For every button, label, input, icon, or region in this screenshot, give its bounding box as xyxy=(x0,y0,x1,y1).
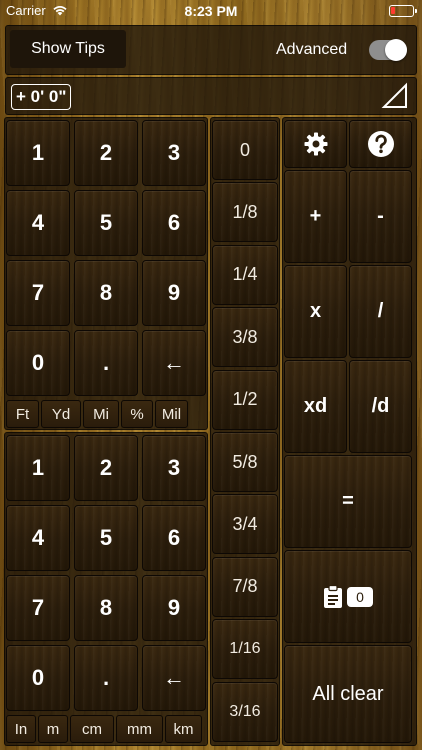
show-tips-button[interactable]: Show Tips xyxy=(10,30,126,68)
fraction-key-5[interactable]: 5/8 xyxy=(212,432,278,492)
plus-button[interactable]: + xyxy=(284,170,347,263)
feet-key-4[interactable]: 5 xyxy=(74,190,138,256)
divide-button[interactable]: / xyxy=(349,265,412,358)
inch-unit-0[interactable]: In xyxy=(6,715,36,743)
fraction-key-9[interactable]: 3/16 xyxy=(212,681,278,742)
feet-key-8[interactable]: 9 xyxy=(142,260,206,326)
inch-unit-3[interactable]: mm xyxy=(116,715,163,743)
divide-decimal-button[interactable]: /d xyxy=(349,360,412,453)
feet-key-10[interactable]: . xyxy=(74,330,138,396)
feet-unit-1[interactable]: Yd xyxy=(41,400,81,428)
feet-key-7[interactable]: 8 xyxy=(74,260,138,326)
fraction-key-7[interactable]: 7/8 xyxy=(212,556,278,617)
toggle-knob xyxy=(385,39,407,61)
inch-key-11[interactable]: ← xyxy=(142,645,206,711)
advanced-label: Advanced xyxy=(276,41,348,58)
inch-unit-2[interactable]: cm xyxy=(70,715,114,743)
clipboard-icon xyxy=(324,584,342,608)
fraction-key-0[interactable]: 0 xyxy=(212,120,278,180)
triangle-button[interactable] xyxy=(380,81,410,111)
fraction-key-4[interactable]: 1/2 xyxy=(212,369,278,430)
inch-key-7[interactable]: 8 xyxy=(74,575,138,641)
status-bar: Carrier 8:23 PM xyxy=(0,0,422,22)
inch-unit-1[interactable]: m xyxy=(38,715,68,743)
inch-key-8[interactable]: 9 xyxy=(142,575,206,641)
feet-unit-0[interactable]: Ft xyxy=(6,400,39,428)
inch-key-0[interactable]: 1 xyxy=(6,435,70,501)
inch-key-3[interactable]: 4 xyxy=(6,505,70,571)
feet-key-3[interactable]: 4 xyxy=(6,190,70,256)
fraction-key-1[interactable]: 1/8 xyxy=(212,182,278,243)
help-button[interactable] xyxy=(349,120,412,168)
memory-button[interactable]: 0 xyxy=(284,550,412,643)
all-clear-button[interactable]: All clear xyxy=(284,645,412,743)
minus-button[interactable]: - xyxy=(349,170,412,263)
fraction-key-2[interactable]: 1/4 xyxy=(212,244,278,305)
fraction-key-3[interactable]: 3/8 xyxy=(212,307,278,368)
multiply-decimal-button[interactable]: xd xyxy=(284,360,347,453)
question-icon xyxy=(367,131,394,157)
inch-key-5[interactable]: 6 xyxy=(142,505,206,571)
inch-key-6[interactable]: 7 xyxy=(6,575,70,641)
feet-unit-4[interactable]: Mil xyxy=(155,400,188,428)
feet-key-11[interactable]: ← xyxy=(142,330,206,396)
triangle-icon xyxy=(381,82,407,108)
inch-key-10[interactable]: . xyxy=(74,645,138,711)
feet-key-1[interactable]: 2 xyxy=(74,120,138,186)
feet-key-6[interactable]: 7 xyxy=(6,260,70,326)
inch-key-1[interactable]: 2 xyxy=(74,435,138,501)
battery-icon xyxy=(389,5,417,17)
feet-unit-3[interactable]: % xyxy=(121,400,153,428)
advanced-toggle[interactable] xyxy=(369,39,407,61)
feet-key-9[interactable]: 0 xyxy=(6,330,70,396)
inch-key-4[interactable]: 5 xyxy=(74,505,138,571)
inch-key-9[interactable]: 0 xyxy=(6,645,70,711)
inch-unit-4[interactable]: km xyxy=(165,715,202,743)
multiply-button[interactable]: x xyxy=(284,265,347,358)
gear-icon xyxy=(304,132,327,156)
settings-button[interactable] xyxy=(284,120,347,168)
feet-key-0[interactable]: 1 xyxy=(6,120,70,186)
memory-count-badge: 0 xyxy=(347,586,373,607)
display-value: + 0' 0" xyxy=(11,84,72,110)
equals-button[interactable]: = xyxy=(284,455,412,548)
clock: 8:23 PM xyxy=(184,3,238,19)
feet-key-5[interactable]: 6 xyxy=(142,190,206,256)
feet-key-2[interactable]: 3 xyxy=(142,120,206,186)
fraction-key-8[interactable]: 1/16 xyxy=(212,619,278,680)
inch-key-2[interactable]: 3 xyxy=(142,435,206,501)
fraction-key-6[interactable]: 3/4 xyxy=(212,494,278,555)
feet-unit-2[interactable]: Mi xyxy=(83,400,119,428)
